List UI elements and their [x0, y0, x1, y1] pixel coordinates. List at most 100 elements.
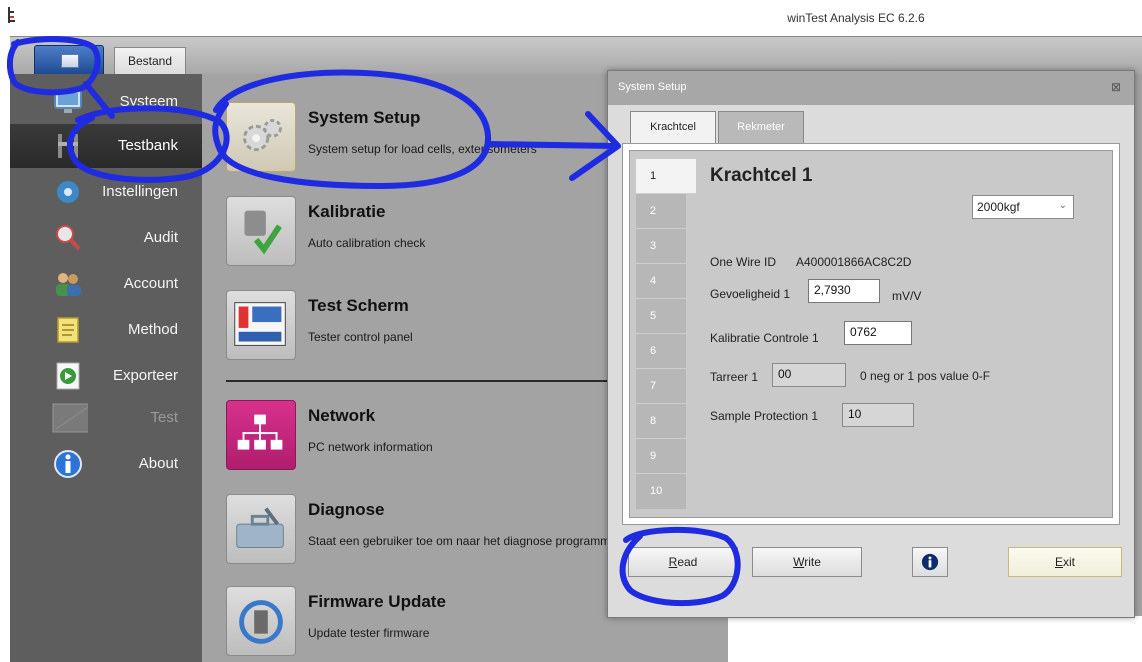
load-cell-item-8[interactable]: 8	[636, 404, 686, 439]
window-icon	[61, 54, 79, 68]
exit-button[interactable]: Exit	[1008, 547, 1122, 577]
load-cell-title: Krachtcel 1	[710, 165, 813, 186]
close-icon[interactable]: ⊠	[1108, 79, 1124, 95]
load-cell-item-9[interactable]: 9	[636, 439, 686, 474]
load-cell-item-7[interactable]: 7	[636, 369, 686, 404]
sidebar-item-test[interactable]: Test	[10, 396, 202, 440]
magnifier-icon	[56, 225, 81, 251]
tab-bestand[interactable]: Bestand	[114, 47, 186, 75]
users-icon	[56, 273, 81, 296]
dialog-panel: 1 2 3 4 5 6 7 8 9 10 Krachtcel 1 2000kgf…	[622, 143, 1120, 525]
load-cell-item-5[interactable]: 5	[636, 299, 686, 334]
info-button[interactable]	[912, 547, 948, 577]
entry-test-scherm[interactable]: Test Scherm Tester control panel	[226, 290, 606, 362]
gevoeligheid-unit: mV/V	[892, 289, 922, 303]
kalibratie-controle-label: Kalibratie Controle 1	[710, 331, 819, 345]
entry-title: System Setup	[308, 108, 421, 127]
exit-button-mnemonic: E	[1054, 555, 1063, 569]
sidebar-item-account[interactable]: Account	[10, 262, 202, 306]
gears-icon	[226, 102, 296, 172]
monitor-icon	[54, 89, 82, 113]
entry-firmware-update[interactable]: Firmware Update Update tester firmware	[226, 586, 606, 658]
tarreer-hint: 0 neg or 1 pos value 0-F	[860, 369, 991, 383]
entry-network[interactable]: Network PC network information	[226, 400, 606, 472]
entry-kalibratie[interactable]: Kalibratie Auto calibration check	[226, 196, 606, 268]
tarreer-field[interactable]: 00	[772, 363, 846, 387]
write-button-mnemonic: W	[793, 555, 805, 569]
load-cell-item-3[interactable]: 3	[636, 229, 686, 264]
window-title: winTest Analysis EC 6.2.6	[787, 11, 925, 25]
application-menu-button[interactable]	[34, 45, 104, 75]
dialog-title: System Setup	[618, 81, 687, 93]
control-panel-icon	[226, 290, 296, 360]
gevoeligheid-field[interactable]: 2,7930	[808, 279, 880, 303]
sidebar-item-label: Systeem	[119, 93, 178, 110]
sidebar-item-label: Account	[123, 275, 178, 292]
entry-title: Firmware Update	[308, 592, 446, 611]
sample-protection-field[interactable]: 10	[842, 403, 914, 427]
load-cell-item-2[interactable]: 2	[636, 194, 686, 229]
load-cell-item-1[interactable]: 1	[636, 159, 696, 194]
info-icon	[54, 450, 82, 478]
title-bar: winTest Analysis EC 6.2.6	[0, 0, 1142, 36]
load-cell-item-6[interactable]: 6	[636, 334, 686, 369]
capacity-select[interactable]: 2000kgf ⌄	[972, 195, 1074, 219]
notes-icon	[57, 317, 79, 343]
load-cell-item-10[interactable]: 10	[636, 474, 686, 509]
tarreer-label: Tarreer 1	[710, 370, 759, 384]
sidebar-item-testbank[interactable]: Testbank	[10, 124, 210, 168]
chevron-down-icon: ⌄	[1058, 200, 1067, 211]
load-cell-item-4[interactable]: 4	[636, 264, 686, 299]
entry-description: Update tester firmware	[308, 626, 430, 640]
sidebar-item-label: Instellingen	[102, 183, 178, 200]
sidebar-item-method[interactable]: Method	[10, 308, 202, 352]
entry-title: Network	[308, 406, 376, 425]
entry-description: Tester control panel	[308, 330, 413, 344]
entry-diagnose[interactable]: Diagnose Staat een gebruiker toe om naar…	[226, 494, 617, 566]
export-icon	[56, 362, 80, 390]
test-icon	[52, 403, 88, 433]
info-icon	[921, 553, 939, 571]
sidebar-item-label: Audit	[143, 229, 178, 246]
entry-description: Staat een gebruiker toe om naar het diag…	[308, 534, 617, 548]
exit-button-label: xit	[1063, 555, 1075, 569]
ribbon-tab-row: Bestand	[10, 36, 1142, 75]
entry-system-setup[interactable]: System Setup System setup for load cells…	[226, 102, 606, 174]
tab-rekmeter[interactable]: Rekmeter	[718, 111, 804, 143]
entry-description: Auto calibration check	[308, 236, 426, 250]
sidebar-item-instellingen[interactable]: Instellingen	[10, 170, 202, 214]
sidebar-item-about[interactable]: About	[10, 442, 202, 486]
entry-description: PC network information	[308, 440, 433, 454]
entry-title: Kalibratie	[308, 202, 386, 221]
sidebar-item-exporteer[interactable]: Exporteer	[10, 354, 202, 398]
settings-icon	[57, 181, 79, 203]
kalibratie-controle-field[interactable]: 0762	[844, 321, 912, 345]
load-cell-panel: 1 2 3 4 5 6 7 8 9 10 Krachtcel 1 2000kgf…	[629, 150, 1113, 518]
sidebar-item-label: Method	[127, 321, 178, 338]
write-button-label: rite	[804, 555, 821, 569]
sidebar-item-label: Exporteer	[112, 367, 178, 384]
read-button[interactable]: Read	[628, 547, 738, 577]
load-cell-selector: 1 2 3 4 5 6 7 8 9 10	[636, 159, 696, 509]
read-button-label: ead	[677, 555, 698, 569]
read-button-mnemonic: R	[668, 555, 678, 569]
sidebar-item-label: Test	[150, 409, 178, 426]
entry-title: Diagnose	[308, 500, 385, 519]
dialog-title-bar: System Setup ⊠	[608, 71, 1134, 105]
write-button[interactable]: Write	[752, 547, 862, 577]
sample-protection-label: Sample Protection 1	[710, 409, 819, 423]
entry-description: System setup for load cells, extensomete…	[308, 142, 537, 156]
sidebar-item-systeem[interactable]: Systeem	[10, 80, 202, 124]
entry-title: Test Scherm	[308, 296, 409, 315]
sidebar-item-label: Testbank	[117, 137, 178, 154]
capacity-select-value: 2000kgf	[977, 200, 1020, 214]
network-icon	[226, 400, 296, 470]
tab-krachtcel[interactable]: Krachtcel	[630, 111, 716, 143]
sidebar-item-audit[interactable]: Audit	[10, 216, 202, 260]
dialog-tabs: Krachtcel Rekmeter	[626, 111, 1116, 143]
sidebar: Systeem Testbank Instellingen Audit Acco…	[10, 74, 210, 662]
firmware-refresh-icon	[226, 586, 296, 656]
gevoeligheid-label: Gevoeligheid 1	[710, 287, 791, 301]
one-wire-id-value: A400001866AC8C2D	[796, 255, 912, 269]
calibration-check-icon	[226, 196, 296, 266]
